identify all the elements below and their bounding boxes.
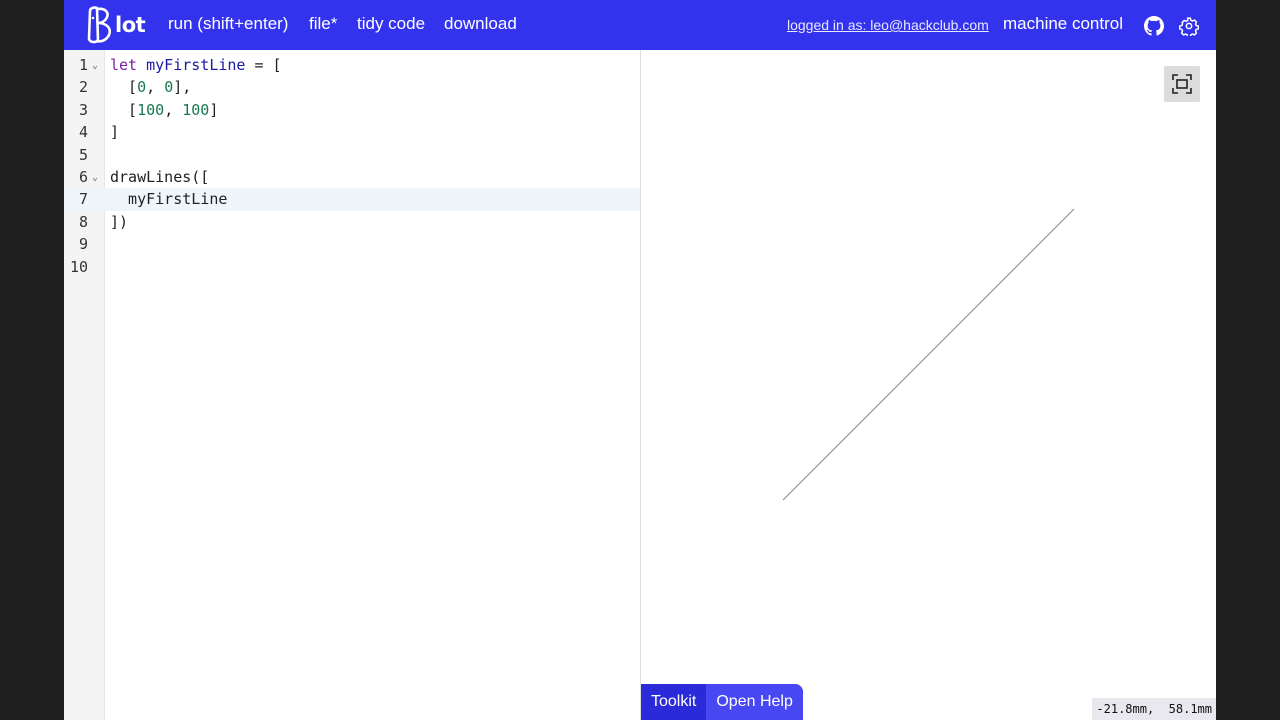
- line-number: 9: [78, 235, 88, 254]
- code-line[interactable]: 8 ]): [64, 211, 640, 233]
- code-token: [: [110, 100, 138, 119]
- code-token: ,: [146, 78, 165, 97]
- bottom-tab-bar: Toolkit Open Help: [641, 684, 803, 720]
- line-number: 2: [78, 78, 88, 97]
- number-token: 0: [137, 78, 147, 97]
- code-text: ]): [110, 212, 129, 231]
- code-token: ,: [164, 100, 183, 119]
- code-token: = [: [245, 56, 282, 74]
- fit-to-screen-button[interactable]: [1164, 66, 1200, 102]
- keyword-token: let: [110, 56, 138, 74]
- code-text: ]: [110, 123, 120, 142]
- code-token: [: [110, 78, 138, 97]
- drawing-svg[interactable]: [641, 50, 1216, 684]
- tab-open-help[interactable]: Open Help: [706, 684, 803, 720]
- code-line[interactable]: 4 ]: [64, 121, 640, 143]
- number-token: 0: [164, 78, 174, 97]
- line-number: 5: [78, 145, 88, 164]
- code-text: [100, 100]: [110, 99, 218, 121]
- drawing-preview-canvas[interactable]: Toolkit Open Help -21.8mm, 58.1mm: [641, 50, 1216, 720]
- code-token: ],: [173, 78, 192, 97]
- download-button[interactable]: download: [444, 14, 517, 34]
- fold-chevron-icon[interactable]: ⌄: [92, 167, 98, 189]
- line-number: 4: [78, 123, 88, 142]
- tab-toolkit[interactable]: Toolkit: [641, 684, 707, 720]
- drawn-line: [782, 208, 1075, 501]
- code-line-active[interactable]: 7 myFirstLine: [64, 188, 640, 211]
- code-line[interactable]: 3 [100, 100]: [64, 99, 640, 121]
- code-line[interactable]: 6 ⌄ drawLines([: [64, 166, 640, 188]
- machine-control-button[interactable]: machine control: [1003, 14, 1123, 34]
- code-token: ]: [209, 100, 219, 119]
- code-line[interactable]: 10: [64, 256, 640, 278]
- fit-to-screen-icon: [1172, 74, 1192, 94]
- code-line[interactable]: 1 ⌄ let myFirstLine = [: [64, 54, 640, 76]
- line-number: 7: [78, 190, 88, 209]
- line-number: 8: [78, 212, 88, 231]
- code-line[interactable]: 5: [64, 144, 640, 166]
- code-editor[interactable]: 1 ⌄ let myFirstLine = [ 2 [0, 0], 3 [100…: [64, 50, 641, 720]
- blot-logo-mark: [87, 6, 112, 44]
- variable-token: myFirstLine: [146, 56, 246, 74]
- gear-icon[interactable]: [1178, 16, 1200, 38]
- number-token: 100: [137, 100, 165, 119]
- logged-in-link[interactable]: logged in as: leo@hackclub.com: [787, 17, 989, 33]
- top-navigation-bar: lot run (shift+enter) file* tidy code do…: [64, 0, 1216, 50]
- fold-chevron-icon[interactable]: ⌄: [92, 55, 98, 77]
- code-text: [0, 0],: [110, 76, 191, 98]
- code-text: drawLines([: [110, 168, 210, 186]
- code-line[interactable]: 9: [64, 233, 640, 255]
- line-number: 6: [78, 168, 88, 186]
- logo-text: lot: [115, 13, 146, 37]
- line-number: 10: [69, 257, 88, 276]
- number-token: 100: [182, 100, 210, 119]
- file-menu[interactable]: file*: [309, 14, 337, 34]
- github-icon[interactable]: [1144, 16, 1164, 36]
- tidy-code-button[interactable]: tidy code: [357, 14, 425, 34]
- blot-logo[interactable]: lot: [84, 4, 146, 46]
- blot-editor-app: lot run (shift+enter) file* tidy code do…: [64, 0, 1216, 720]
- cursor-coordinates-readout: -21.8mm, 58.1mm: [1092, 698, 1216, 720]
- code-line[interactable]: 2 [0, 0],: [64, 76, 640, 98]
- code-text: let myFirstLine = [: [110, 54, 282, 76]
- line-number: 1: [78, 56, 88, 74]
- run-button[interactable]: run (shift+enter): [168, 14, 288, 34]
- line-number: 3: [78, 100, 88, 119]
- code-text: myFirstLine: [110, 190, 228, 209]
